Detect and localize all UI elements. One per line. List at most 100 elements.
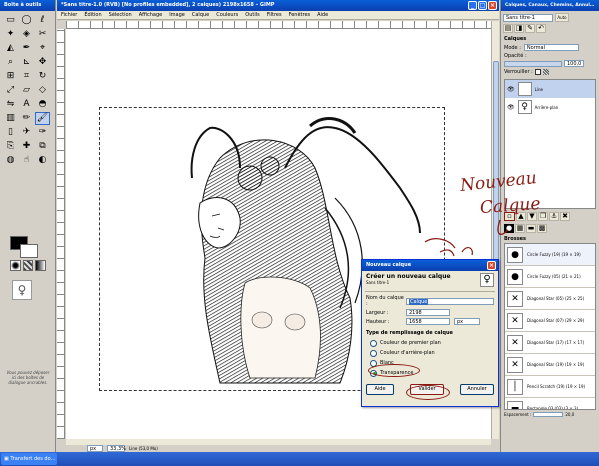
unit-select[interactable]: px <box>87 445 103 452</box>
tool-blur-icon[interactable]: ◍ <box>3 154 18 167</box>
width-input[interactable]: 2198 <box>406 309 450 316</box>
tool-pencil-icon[interactable]: ✏ <box>19 112 34 125</box>
gradient-preview[interactable] <box>35 260 47 271</box>
tool-select-free-icon[interactable]: ℓ <box>35 14 50 27</box>
opacity-slider[interactable] <box>504 60 562 67</box>
ruler-left <box>57 29 65 439</box>
maximize-button[interactable]: □ <box>478 1 487 10</box>
dialog-heading: Créer un nouveau calque <box>366 273 451 280</box>
tool-scissors-icon[interactable]: ✂ <box>35 28 50 41</box>
tool-move-icon[interactable]: ✥ <box>35 56 50 69</box>
brush-item[interactable]: ▬ Rectangle 03 (03) (3 × 3) <box>505 398 595 409</box>
tool-select-ellipse-icon[interactable]: ◯ <box>19 14 34 27</box>
layer-thumbnail <box>517 82 532 96</box>
tool-blend-icon[interactable]: ▥ <box>3 112 18 125</box>
dock-titlebar: Calques, Canaux, Chemins, Annul… <box>501 0 599 11</box>
fill-option[interactable]: Couleur de premier plan <box>370 338 490 348</box>
tool-dodge-burn-icon[interactable]: ◐ <box>35 154 50 167</box>
tool-color-picker-icon[interactable]: ⌖ <box>35 42 50 55</box>
menu-5[interactable]: Calque <box>192 11 209 19</box>
tool-perspective-clone-icon[interactable]: ⧉ <box>35 140 50 153</box>
brush-item[interactable]: ✕ Diagonal Star (19) (19 × 19) <box>505 354 595 376</box>
menu-7[interactable]: Outils <box>245 11 259 19</box>
tool-smudge-icon[interactable]: ☝ <box>19 154 34 167</box>
brush-item[interactable]: ✕ Diagonal Star (17) (17 × 17) <box>505 332 595 354</box>
tool-crop-icon[interactable]: ⌗ <box>19 70 34 83</box>
visibility-eye-icon[interactable]: 👁 <box>507 86 515 93</box>
brush-item[interactable]: │ Pencil Scratch (19) (19 × 19) <box>505 376 595 398</box>
tool-rotate-icon[interactable]: ↻ <box>35 70 50 83</box>
brush-preview[interactable] <box>10 260 21 271</box>
visibility-eye-icon[interactable]: 👁 <box>507 104 515 111</box>
tab-paths-icon[interactable]: ✎ <box>525 24 535 33</box>
lock-alpha-checkbox[interactable] <box>534 69 541 75</box>
opacity-input[interactable]: 100,0 <box>564 60 584 67</box>
mode-select[interactable]: Normal <box>523 44 579 51</box>
brush-item[interactable]: ✕ Diagonal Star (07) (29 × 29) <box>505 310 595 332</box>
dialog-layer-icon: ♀ <box>480 273 494 287</box>
tool-zoom-icon[interactable]: ⌕ <box>3 56 18 69</box>
menu-8[interactable]: Filtres <box>267 11 282 19</box>
minimize-button[interactable]: _ <box>468 1 477 10</box>
menu-0[interactable]: Fichier <box>61 11 77 19</box>
taskbar-item[interactable]: ▣ Transfert des do… <box>1 453 57 465</box>
tab-undo-icon[interactable]: ↶ <box>536 24 546 33</box>
unit-select[interactable]: px <box>454 318 480 325</box>
color-swatches[interactable] <box>10 236 40 258</box>
tool-ink-icon[interactable]: ✑ <box>35 126 50 139</box>
layer-name-input[interactable]: Calque <box>406 297 494 305</box>
brush-item[interactable]: ✕ Diagonal Star (05) (25 × 25) <box>505 288 595 310</box>
tab-channels-icon[interactable]: ◨ <box>514 24 524 33</box>
menu-3[interactable]: Affichage <box>139 11 163 19</box>
tool-align-icon[interactable]: ⊞ <box>3 70 18 83</box>
layer-thumbnail: ♀ <box>517 100 532 114</box>
radio-button[interactable] <box>370 339 377 347</box>
close-button[interactable]: × <box>488 1 497 10</box>
tool-measure-icon[interactable]: ⊾ <box>19 56 34 69</box>
tool-clone-icon[interactable]: ⎘ <box>3 140 18 153</box>
radio-button[interactable] <box>370 349 377 357</box>
cancel-button[interactable]: Annuler <box>460 384 494 395</box>
tool-heal-icon[interactable]: ✚ <box>19 140 34 153</box>
dialog-close-button[interactable]: × <box>487 261 496 270</box>
height-input[interactable]: 1658 <box>406 318 450 325</box>
menu-4[interactable]: Image <box>169 11 185 19</box>
brush-pattern-gradient[interactable] <box>10 260 47 274</box>
brush-label: Diagonal Star (05) (25 × 25) <box>527 296 585 301</box>
tool-bucket-fill-icon[interactable]: ◓ <box>35 98 50 111</box>
status-bar: px 33,3% Line (53,0 Mo) <box>57 445 499 452</box>
tool-paths-icon[interactable]: ✒ <box>19 42 34 55</box>
tool-fuzzy-select-icon[interactable]: ✦ <box>3 28 18 41</box>
tool-airbrush-icon[interactable]: ✈ <box>19 126 34 139</box>
fill-type-heading: Type de remplissage de calque <box>366 330 453 336</box>
tool-eraser-icon[interactable]: ▯ <box>3 126 18 139</box>
menu-2[interactable]: Sélection <box>109 11 132 19</box>
image-select[interactable]: Sans titre-1 <box>503 13 553 22</box>
tool-scale-icon[interactable]: ⤢ <box>3 84 18 97</box>
menu-6[interactable]: Couleurs <box>216 11 238 19</box>
tool-select-color-icon[interactable]: ◈ <box>19 28 34 41</box>
background-color[interactable] <box>20 244 38 258</box>
tool-paintbrush-icon[interactable]: 🖌 <box>35 112 50 125</box>
spacing-slider[interactable] <box>533 412 564 417</box>
dock-hint: Vous pouvez déposer ici des boîtes de di… <box>6 370 50 385</box>
layer-row[interactable]: 👁 ♀ Arrière-plan <box>505 98 595 116</box>
tool-perspective-icon[interactable]: ◇ <box>35 84 50 97</box>
zoom-select[interactable]: 33,3% <box>107 445 126 452</box>
auto-button[interactable]: Auto <box>555 13 569 22</box>
help-button[interactable]: Aide <box>366 384 394 395</box>
layer-row[interactable]: 👁 Line <box>505 80 595 98</box>
tool-flip-icon[interactable]: ⇋ <box>3 98 18 111</box>
tool-select-rect-icon[interactable]: ▭ <box>3 14 18 27</box>
menu-9[interactable]: Fenêtres <box>289 11 311 19</box>
spacing-value: 20,0 <box>565 412 575 417</box>
tool-shear-icon[interactable]: ▱ <box>19 84 34 97</box>
fill-option[interactable]: Couleur d'arrière-plan <box>370 348 490 358</box>
pattern-preview[interactable] <box>22 260 34 271</box>
menu-10[interactable]: Aide <box>317 11 328 19</box>
tool-text-icon[interactable]: A <box>19 98 34 111</box>
tab-layers-icon[interactable]: ▤ <box>503 24 513 33</box>
tool-foreground-select-icon[interactable]: ◭ <box>3 42 18 55</box>
width-label: Largeur : <box>366 309 389 316</box>
menu-1[interactable]: Édition <box>84 11 101 19</box>
